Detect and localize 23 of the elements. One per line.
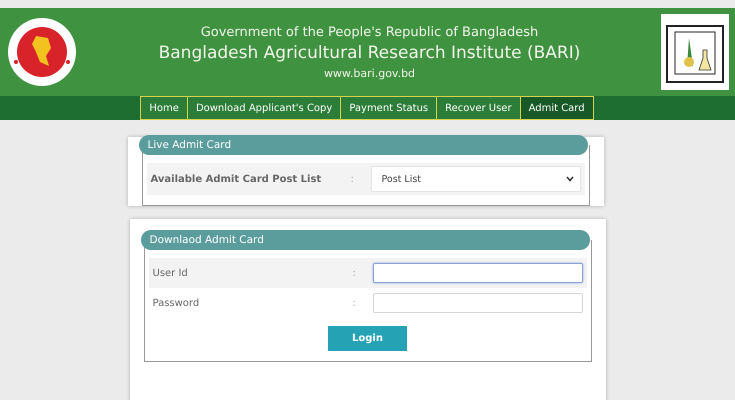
nav-tab[interactable]: Admit Card <box>520 96 594 120</box>
institute-logo-icon <box>660 14 729 90</box>
section-header: Live Admit Card <box>138 135 588 155</box>
website-address: www.bari.gov.bd <box>324 66 416 80</box>
separator-colon: : <box>350 174 355 184</box>
post-list-dropdown[interactable]: Post List <box>370 166 580 192</box>
nav-tab[interactable]: Home <box>140 96 188 120</box>
nav-tab[interactable]: Payment Status <box>340 96 438 120</box>
field-label: Password <box>152 298 200 308</box>
section-header: Downlaod Admit Card <box>140 230 590 250</box>
nav-tab[interactable]: Recover User <box>436 96 521 120</box>
login-button[interactable]: Login <box>328 326 407 351</box>
field-label: Available Admit Card Post List <box>150 174 322 184</box>
nav-tab[interactable]: Download Applicant's Copy <box>186 96 342 120</box>
institute-title: Bangladesh Agricultural Research Institute (BARI) <box>158 42 580 62</box>
input-field[interactable] <box>372 293 582 313</box>
separator-colon: : <box>352 298 357 308</box>
input-field[interactable] <box>372 263 582 283</box>
chevron-down-icon <box>566 176 574 182</box>
emblem-icon <box>6 16 78 88</box>
field-label: User Id <box>152 268 189 278</box>
separator-colon: : <box>352 268 357 278</box>
government-title: Government of the People's Republic of Bangladesh <box>200 24 538 40</box>
